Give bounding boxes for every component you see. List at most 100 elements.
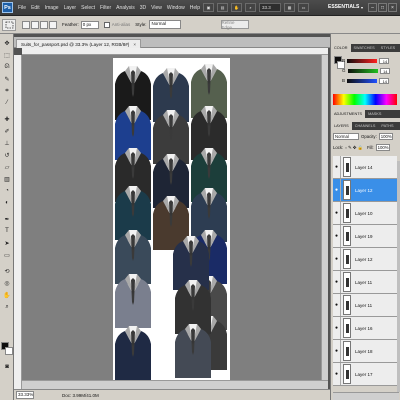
menu-window[interactable]: Window: [167, 5, 185, 11]
style-select[interactable]: Normal: [148, 20, 181, 29]
tab-paths[interactable]: PATHS: [378, 122, 396, 130]
close-icon[interactable]: ×: [133, 42, 136, 47]
minibridge-button[interactable]: ▤: [217, 3, 229, 12]
menu-analysis[interactable]: Analysis: [116, 5, 135, 11]
tab-channels[interactable]: CHANNELS: [352, 122, 379, 130]
history-brush-tool-icon[interactable]: ↺: [2, 150, 12, 160]
eye-icon[interactable]: ●: [333, 248, 341, 270]
zoom-tool-icon[interactable]: ⌕: [2, 302, 12, 312]
brush-tool-icon[interactable]: ✐: [2, 126, 12, 136]
opacity-input[interactable]: 100%: [378, 133, 393, 140]
color-spectrum[interactable]: [333, 94, 397, 105]
menu-3d[interactable]: 3D: [140, 5, 146, 11]
tab-layers[interactable]: LAYERS: [331, 122, 352, 130]
blur-tool-icon[interactable]: ◔: [2, 186, 12, 196]
3d-orbit-tool-icon[interactable]: ◎: [2, 278, 12, 288]
eye-icon[interactable]: ●: [333, 363, 341, 385]
intersect-selection-button[interactable]: [49, 20, 57, 29]
quick-mask-icon[interactable]: ◙: [2, 362, 12, 372]
green-value[interactable]: 14: [379, 67, 390, 74]
eye-icon[interactable]: ●: [333, 271, 341, 293]
antialias-checkbox[interactable]: [103, 21, 110, 28]
eye-icon[interactable]: ●: [333, 179, 341, 201]
bridge-button[interactable]: ▣: [203, 3, 215, 12]
tab-swatches[interactable]: SWATCHES: [351, 44, 378, 52]
eye-icon[interactable]: ●: [333, 340, 341, 362]
feather-input[interactable]: 0 px: [80, 20, 99, 29]
3d-rotate-tool-icon[interactable]: ⟲: [2, 266, 12, 276]
blue-value[interactable]: 14: [379, 77, 390, 84]
chevron-down-icon[interactable]: ▾: [361, 5, 363, 10]
close-button[interactable]: ×: [388, 3, 397, 12]
layer-row[interactable]: ● Layer 18: [333, 340, 397, 363]
menu-help[interactable]: Help: [190, 5, 200, 11]
gradient-tool-icon[interactable]: ▥: [2, 174, 12, 184]
marquee-tool-icon[interactable]: ⬚: [2, 50, 12, 60]
document-canvas[interactable]: [113, 58, 230, 387]
hand-tool-button[interactable]: ✋: [231, 3, 243, 12]
blue-slider[interactable]: [347, 78, 378, 83]
arrange-documents-button[interactable]: ▦: [284, 3, 296, 12]
horizontal-scrollbar[interactable]: [22, 380, 328, 389]
eye-icon[interactable]: ●: [333, 225, 341, 247]
subtract-selection-button[interactable]: [40, 20, 48, 29]
eye-icon[interactable]: ●: [333, 294, 341, 316]
tab-masks[interactable]: MASKS: [365, 110, 384, 118]
fill-input[interactable]: 100%: [375, 144, 390, 151]
menu-edit[interactable]: Edit: [31, 5, 40, 11]
eye-icon[interactable]: ●: [333, 317, 341, 339]
minimize-button[interactable]: –: [368, 3, 377, 12]
menu-select[interactable]: Select: [81, 5, 95, 11]
layer-row[interactable]: ● Layer 14: [333, 156, 397, 179]
layer-row[interactable]: ● Layer 17: [333, 363, 397, 386]
clone-stamp-tool-icon[interactable]: ⊥: [2, 138, 12, 148]
blend-mode-select[interactable]: Normal: [333, 133, 359, 140]
red-slider[interactable]: [347, 58, 378, 63]
refine-edge-button[interactable]: Refine Edge...: [220, 20, 249, 30]
menu-image[interactable]: Image: [45, 5, 59, 11]
layer-row[interactable]: ● Layer 11: [333, 294, 397, 317]
healing-brush-tool-icon[interactable]: ✚: [2, 114, 12, 124]
document-tab[interactable]: Suits_for_passport.psd @ 33.3% (Layer 12…: [16, 39, 142, 48]
tab-color[interactable]: COLOR: [331, 44, 351, 52]
menu-layer[interactable]: Layer: [64, 5, 77, 11]
menu-file[interactable]: File: [18, 5, 26, 11]
tab-adjustments[interactable]: ADJUSTMENTS: [331, 110, 366, 118]
hand-tool-icon[interactable]: ✋: [2, 290, 12, 300]
eraser-tool-icon[interactable]: ▱: [2, 162, 12, 172]
layer-row[interactable]: ● Layer 16: [333, 317, 397, 340]
quick-select-tool-icon[interactable]: ✎: [2, 74, 12, 84]
background-color-swatch[interactable]: [5, 347, 13, 355]
move-tool-icon[interactable]: ✥: [2, 38, 12, 48]
workspace-switcher[interactable]: ESSENTIALS: [328, 4, 359, 10]
shape-tool-icon[interactable]: ▭: [2, 250, 12, 260]
eyedropper-tool-icon[interactable]: ⁄: [2, 98, 12, 108]
crop-tool-icon[interactable]: ⌗: [2, 86, 12, 96]
type-tool-icon[interactable]: T: [2, 226, 12, 236]
lasso-tool-icon[interactable]: ᘏ: [2, 62, 12, 72]
eye-icon[interactable]: ●: [333, 156, 341, 178]
add-to-selection-button[interactable]: [31, 20, 39, 29]
pen-tool-icon[interactable]: ✒: [2, 214, 12, 224]
layer-row-selected[interactable]: ● Layer 12: [333, 179, 397, 202]
green-slider[interactable]: [347, 68, 378, 73]
layer-row[interactable]: ● Layer 10: [333, 202, 397, 225]
zoom-tool-button[interactable]: ⌕: [245, 3, 257, 12]
eye-icon[interactable]: ●: [333, 202, 341, 224]
layer-row[interactable]: ● Layer 11: [333, 271, 397, 294]
dodge-tool-icon[interactable]: ◐: [2, 198, 12, 208]
status-zoom-field[interactable]: 33.33%: [16, 391, 34, 399]
layer-row[interactable]: ● Layer 12: [333, 248, 397, 271]
tool-preset-picker[interactable]: [2, 18, 16, 31]
layer-row[interactable]: ● Layer 19: [333, 225, 397, 248]
restore-button[interactable]: □: [378, 3, 387, 12]
new-selection-button[interactable]: [22, 20, 30, 29]
zoom-level-field[interactable]: 33.3: [259, 3, 282, 12]
vertical-scrollbar[interactable]: [321, 55, 328, 380]
path-selection-tool-icon[interactable]: ➤: [2, 238, 12, 248]
red-value[interactable]: 14: [379, 57, 390, 64]
tab-styles[interactable]: STYLES: [378, 44, 399, 52]
lock-icon[interactable]: ▫ ✎ ✥ 🔒: [345, 145, 363, 151]
screen-mode-button[interactable]: ▭: [298, 3, 310, 12]
menu-view[interactable]: View: [151, 5, 162, 11]
